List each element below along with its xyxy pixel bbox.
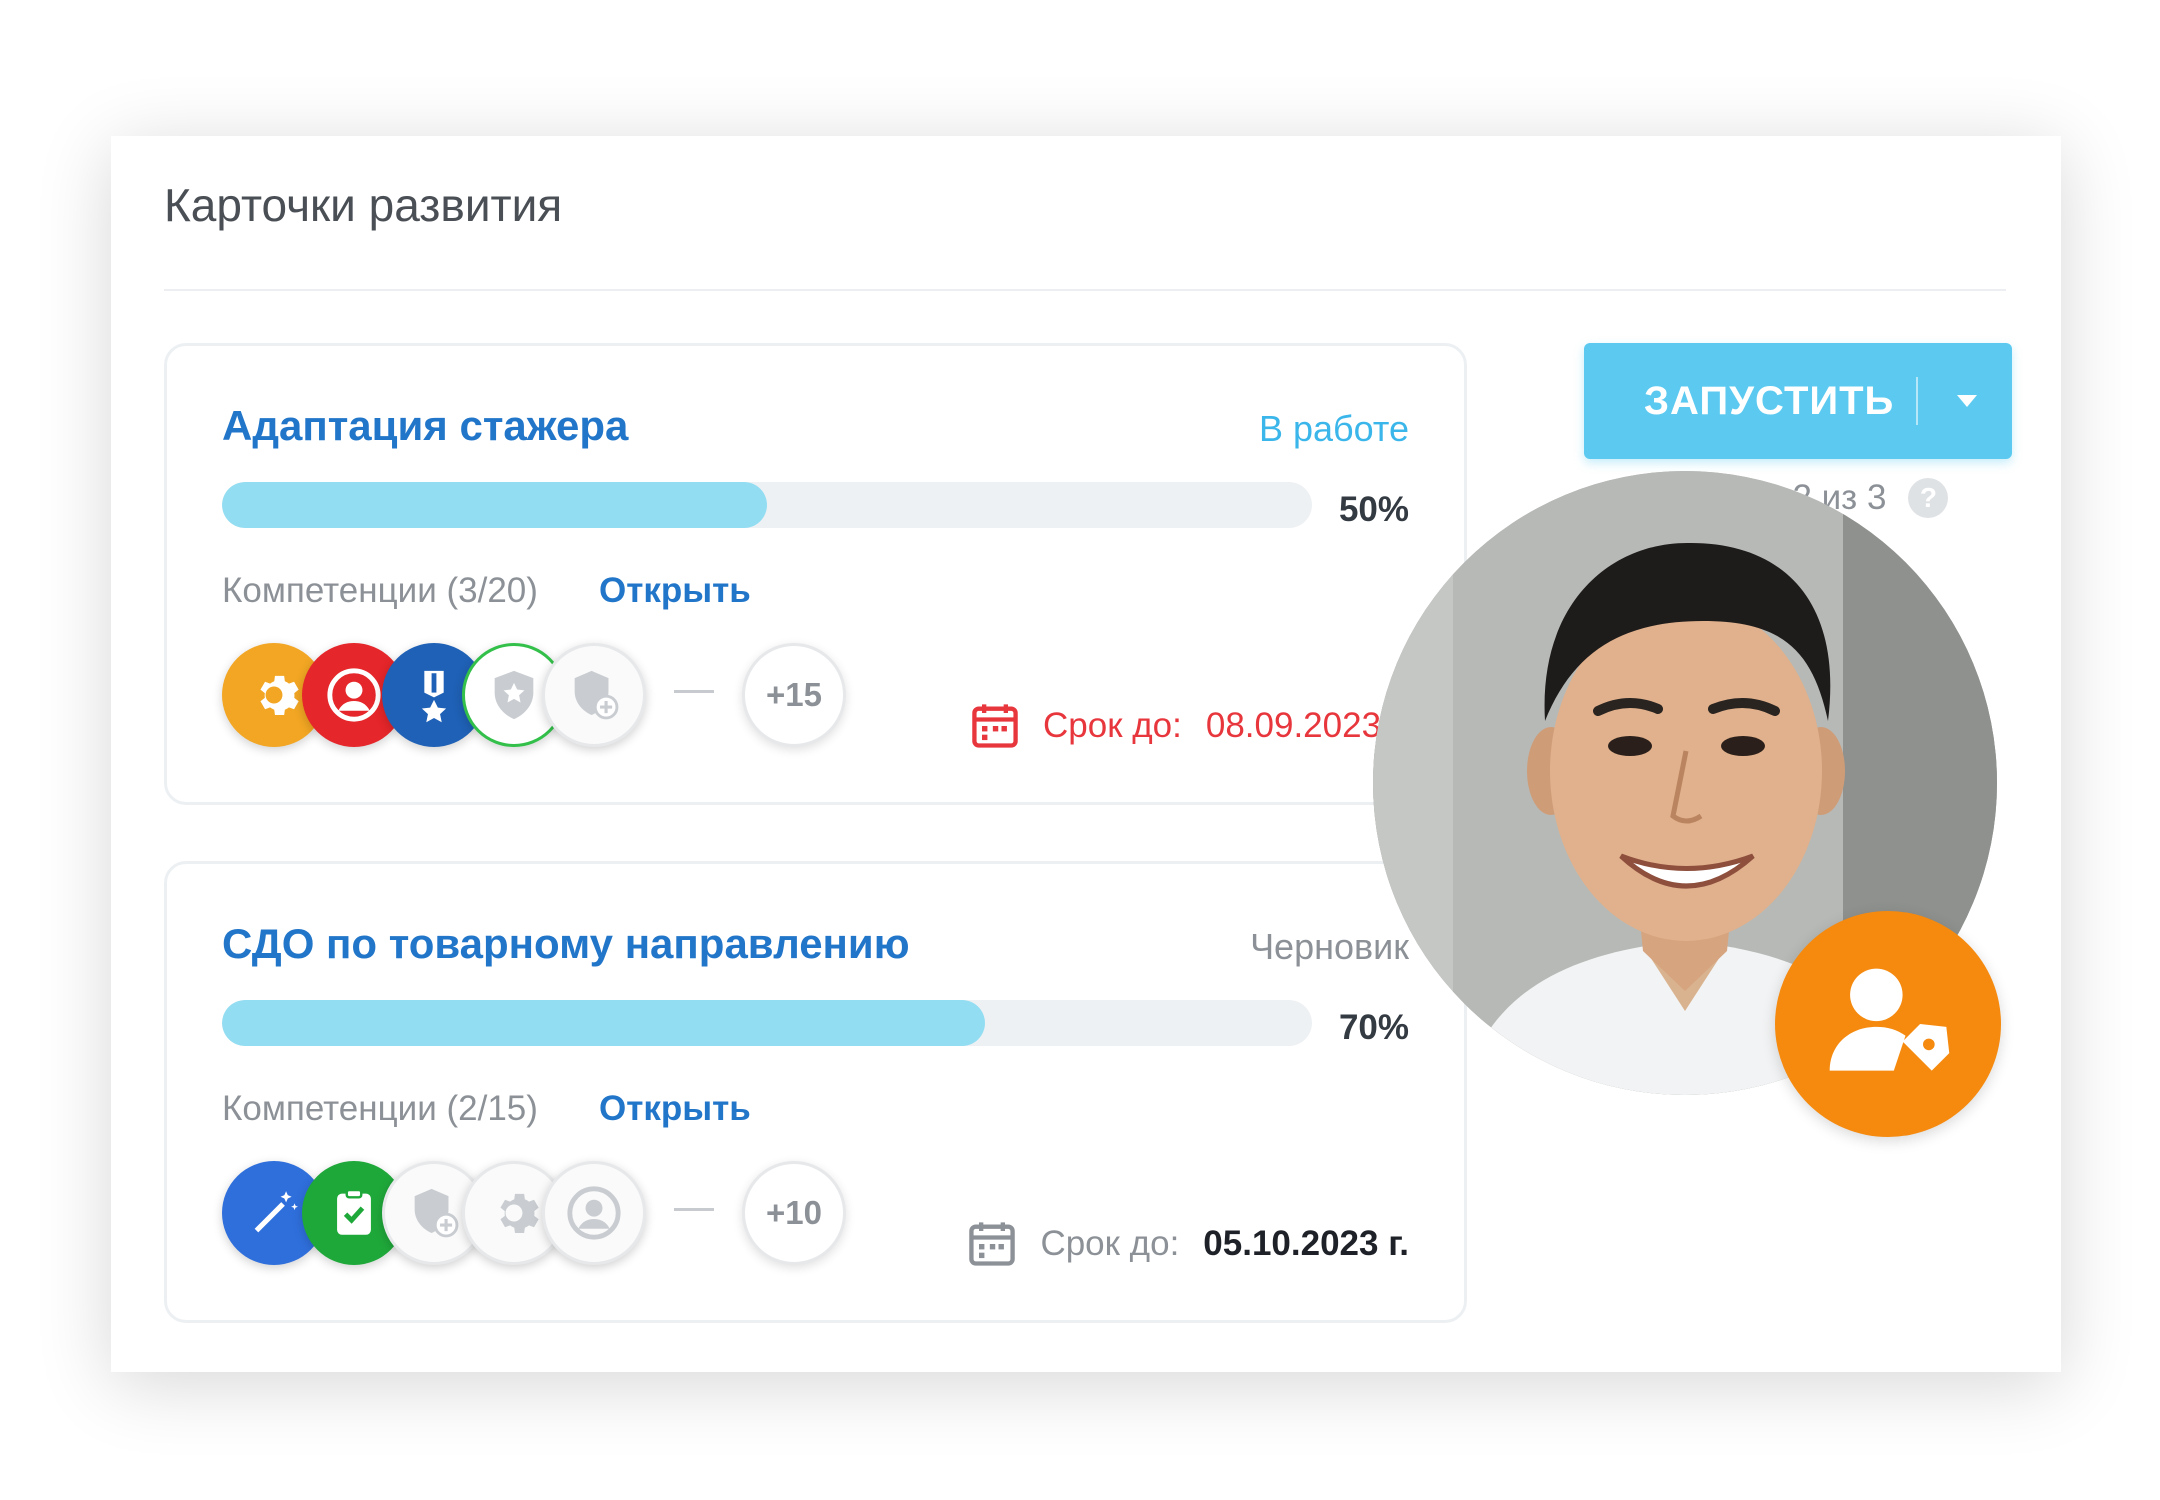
progress-bar bbox=[222, 482, 1312, 528]
launch-button-label: ЗАПУСТИТЬ bbox=[1644, 379, 1895, 423]
user-icon[interactable] bbox=[542, 1161, 646, 1265]
progress-fill bbox=[222, 482, 767, 528]
deadline-label: Срок до: bbox=[1040, 1224, 1180, 1263]
deadline: Срок до: 05.10.2023 г. bbox=[966, 1218, 1409, 1270]
help-icon[interactable]: ? bbox=[1908, 478, 1949, 518]
status-badge: В работе bbox=[1258, 408, 1409, 449]
more-badges-button[interactable]: +15 bbox=[742, 643, 846, 747]
status-badge: Черновик bbox=[1250, 926, 1409, 967]
button-separator bbox=[1916, 377, 1918, 425]
progress-percent: 50% bbox=[1338, 490, 1409, 529]
more-badges-button[interactable]: +10 bbox=[742, 1161, 846, 1265]
open-competencies-link[interactable]: Открыть bbox=[599, 571, 751, 611]
competency-badges: +10 bbox=[222, 1161, 922, 1265]
open-competencies-link[interactable]: Открыть bbox=[599, 1089, 751, 1129]
competencies-label: Компетенции (3/20) bbox=[222, 571, 538, 610]
calendar-icon bbox=[972, 704, 1018, 748]
development-card: Адаптация стажера В работе 50% Компетенц… bbox=[164, 343, 1467, 805]
card-title[interactable]: Адаптация стажера bbox=[222, 402, 628, 450]
chevron-down-icon[interactable] bbox=[1947, 385, 1987, 417]
development-card: СДО по товарному направлению Черновик 70… bbox=[164, 861, 1467, 1323]
card-title[interactable]: СДО по товарному направлению bbox=[222, 920, 910, 968]
shield-plus-icon[interactable] bbox=[542, 643, 646, 747]
badges-dash bbox=[674, 1208, 714, 1211]
badges-dash bbox=[674, 690, 714, 693]
progress-fill bbox=[222, 1000, 985, 1046]
deadline-value: 05.10.2023 г. bbox=[1203, 1224, 1409, 1263]
progress-percent: 70% bbox=[1338, 1008, 1409, 1047]
progress-bar bbox=[222, 1000, 1312, 1046]
page-title: Карточки развития bbox=[164, 179, 563, 231]
deadline-label: Срок до: bbox=[1043, 706, 1182, 745]
user-tag-icon[interactable] bbox=[1775, 911, 2001, 1137]
calendar-icon bbox=[969, 1222, 1016, 1266]
launch-button[interactable]: ЗАПУСТИТЬ bbox=[1584, 343, 2012, 459]
competencies-label: Компетенции (2/15) bbox=[222, 1089, 538, 1128]
deadline: Срок до: 08.09.2023 г. bbox=[969, 700, 1409, 752]
competency-badges: +15 bbox=[222, 643, 922, 747]
divider bbox=[164, 289, 2006, 291]
